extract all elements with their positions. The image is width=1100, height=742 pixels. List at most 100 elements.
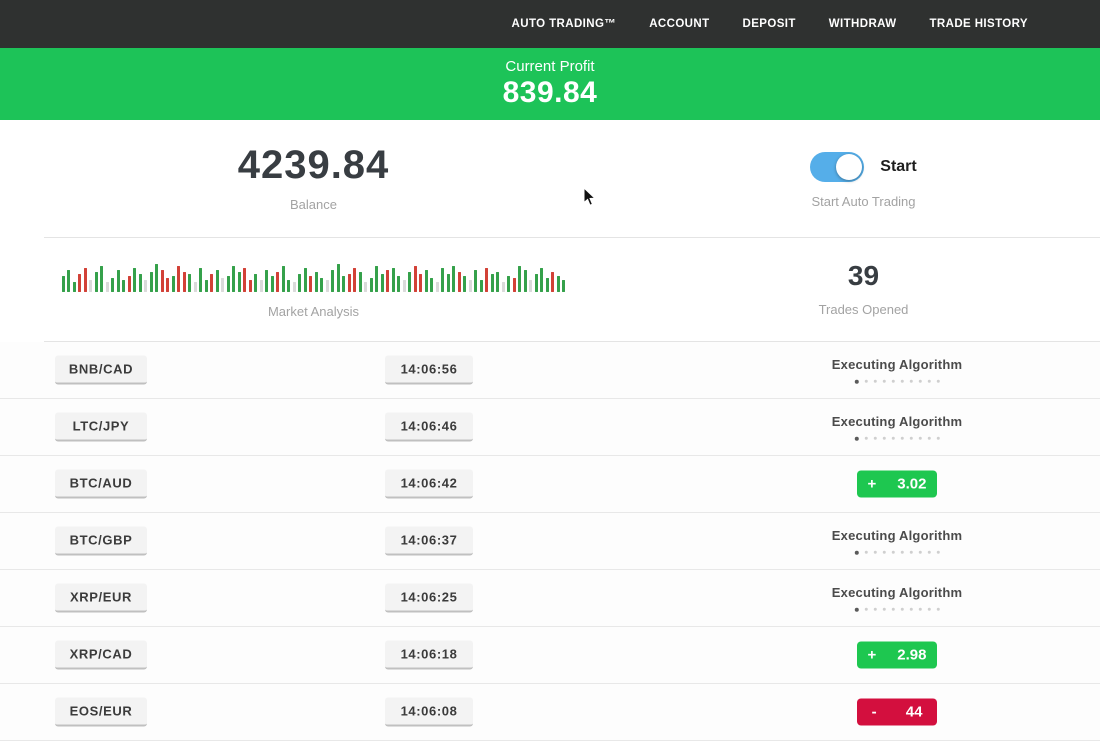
market-bar (557, 276, 560, 292)
progress-dot (937, 608, 940, 611)
executing-label: Executing Algorithm (832, 528, 962, 543)
market-analysis-label: Market Analysis (268, 304, 359, 319)
nav-item-trade-history[interactable]: TRADE HISTORY (930, 18, 1029, 30)
result-value: 2.98 (897, 647, 926, 664)
balance-value: 4239.84 (238, 145, 390, 185)
pair-badge: BNB/CAD (55, 356, 147, 385)
trade-status: +2.98 (857, 642, 937, 669)
market-bar (320, 278, 323, 292)
executing-label: Executing Algorithm (832, 414, 962, 429)
progress-dot (928, 608, 931, 611)
market-bar (227, 276, 230, 292)
trades-opened-value: 39 (848, 262, 879, 290)
market-bar (172, 276, 175, 292)
progress-dot (892, 380, 895, 383)
profit-banner: Current Profit 839.84 (0, 48, 1100, 120)
market-bar (221, 278, 224, 292)
market-bar (216, 270, 219, 292)
trade-row: BNB/CAD 14:06:56 Executing Algorithm (0, 342, 1100, 399)
market-bar (441, 268, 444, 292)
market-bar (276, 272, 279, 292)
market-bar (408, 272, 411, 292)
pair-badge: LTC/JPY (55, 413, 147, 442)
market-bar (62, 276, 65, 292)
trade-status: Executing Algorithm (832, 357, 962, 384)
market-bar (414, 266, 417, 292)
market-bar (128, 276, 131, 292)
progress-dot (855, 607, 859, 611)
market-bar (73, 282, 76, 292)
nav-item-withdraw[interactable]: WITHDRAW (829, 18, 897, 30)
progress-dot (874, 551, 877, 554)
progress-dot (937, 380, 940, 383)
balance-block: 4239.84 Balance (0, 120, 627, 237)
toggle-label: Start (880, 158, 916, 176)
progress-dot (855, 436, 859, 440)
market-bar (249, 280, 252, 292)
progress-dot (865, 380, 868, 383)
time-badge: 14:06:46 (385, 413, 473, 442)
market-bar (155, 264, 158, 292)
pair-badge: XRP/EUR (55, 584, 147, 613)
trade-status: +3.02 (857, 471, 937, 498)
result-sign: + (868, 647, 877, 664)
market-bar (150, 272, 153, 292)
pair-badge: XRP/CAD (55, 641, 147, 670)
progress-dots (832, 608, 962, 612)
market-bar (282, 266, 285, 292)
progress-dot (874, 437, 877, 440)
trade-row: BTC/GBP14:06:37Executing Algorithm (0, 513, 1100, 570)
market-bar (106, 282, 109, 292)
time-badge: 14:06:37 (385, 527, 473, 556)
result-sign: + (868, 476, 877, 493)
market-bar (205, 280, 208, 292)
progress-dots (832, 437, 962, 441)
market-bar (381, 274, 384, 292)
market-bar (210, 274, 213, 292)
market-bar (194, 282, 197, 292)
nav-item-auto-trading[interactable]: AUTO TRADING™ (512, 18, 617, 30)
market-bar (161, 270, 164, 292)
progress-dot (865, 437, 868, 440)
trades-opened-label: Trades Opened (819, 302, 909, 317)
trade-row: EOS/EUR14:06:08-44 (0, 684, 1100, 741)
progress-dot (883, 551, 886, 554)
trade-status: Executing Algorithm (832, 414, 962, 441)
trades-opened-block: 39 Trades Opened (627, 238, 1100, 341)
progress-dot (937, 551, 940, 554)
nav-item-deposit[interactable]: DEPOSIT (743, 18, 796, 30)
market-bar (95, 272, 98, 292)
executing-label: Executing Algorithm (832, 357, 962, 372)
nav-item-account[interactable]: ACCOUNT (649, 18, 709, 30)
market-bar (117, 270, 120, 292)
progress-dot (901, 437, 904, 440)
market-bar (507, 276, 510, 292)
auto-trading-block: Start Start Auto Trading (627, 120, 1100, 237)
market-bar (546, 278, 549, 292)
market-bar (287, 280, 290, 292)
market-bar (524, 270, 527, 292)
market-bar (67, 270, 70, 292)
progress-dot (937, 437, 940, 440)
time-badge: 14:06:56 (385, 356, 473, 385)
progress-dots (832, 551, 962, 555)
market-bar (392, 268, 395, 292)
auto-trading-toggle[interactable] (810, 152, 864, 182)
progress-dot (919, 437, 922, 440)
progress-dot (928, 551, 931, 554)
market-bar (513, 278, 516, 292)
pair-badge: BTC/AUD (55, 470, 147, 499)
market-bar (419, 274, 422, 292)
market-bar (188, 274, 191, 292)
profit-banner-label: Current Profit (505, 58, 594, 76)
progress-dot (874, 380, 877, 383)
market-bar (463, 276, 466, 292)
result-sign: - (872, 704, 877, 721)
market-analysis-chart (62, 260, 566, 292)
trade-row: BTC/AUD14:06:42+3.02 (0, 456, 1100, 513)
market-bar (133, 268, 136, 292)
market-bar (353, 268, 356, 292)
market-bar (177, 266, 180, 292)
market-bar (502, 282, 505, 292)
market-bar (326, 280, 329, 292)
